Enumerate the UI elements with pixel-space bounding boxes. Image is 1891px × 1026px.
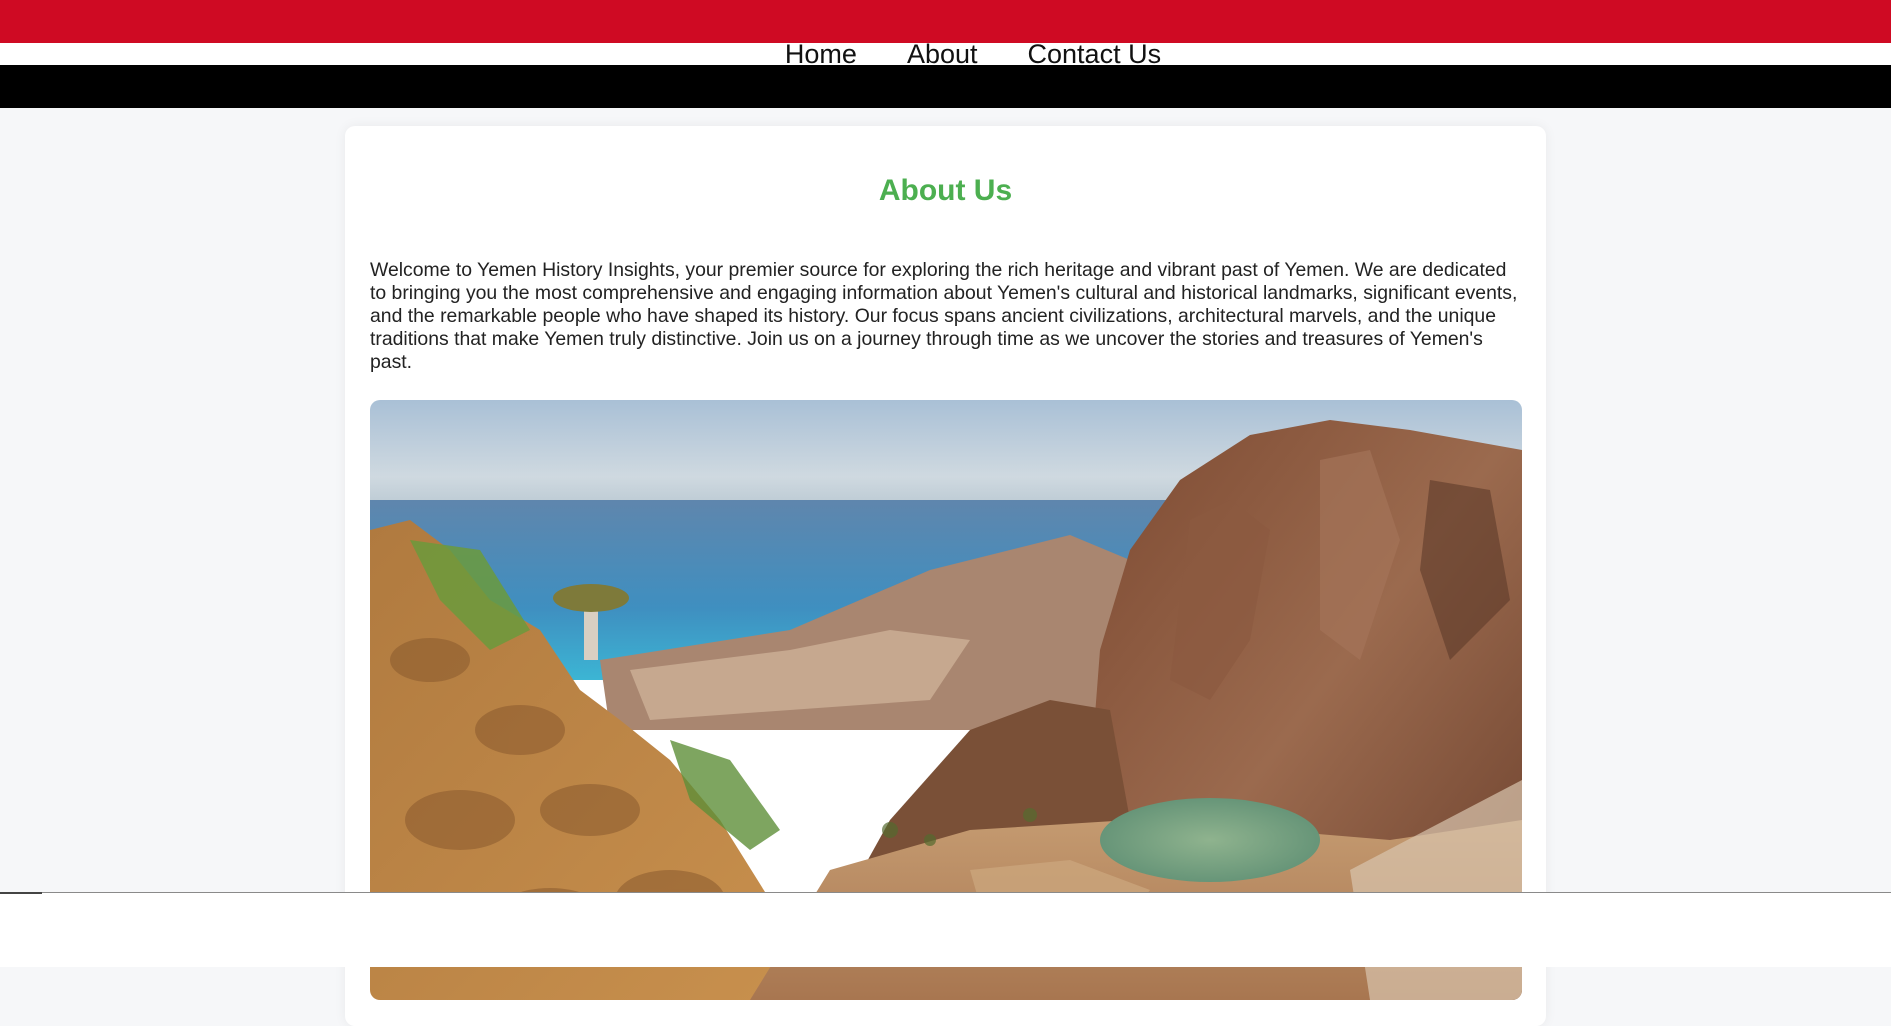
main-nav: Home About Contact Us bbox=[0, 36, 1891, 72]
nav-home-link[interactable]: Home bbox=[785, 36, 857, 72]
page-footer-area bbox=[0, 892, 1891, 967]
page-title: About Us bbox=[878, 174, 1013, 207]
nav-about-link[interactable]: About bbox=[907, 36, 978, 72]
horizontal-scrollbar[interactable] bbox=[0, 892, 42, 894]
about-intro-text: Welcome to Yemen History Insights, your … bbox=[370, 259, 1518, 373]
about-card: About Us Welcome to Yemen History Insigh… bbox=[345, 126, 1546, 1026]
nav-contact-link[interactable]: Contact Us bbox=[1028, 36, 1162, 72]
